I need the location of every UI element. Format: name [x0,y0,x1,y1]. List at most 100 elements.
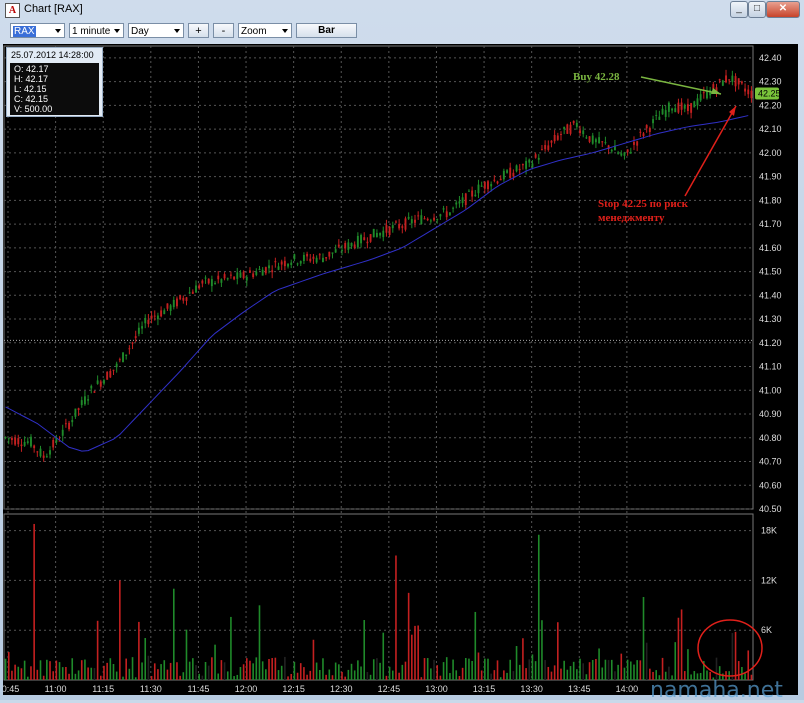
candle-body [182,297,185,301]
volume-bar [595,658,597,680]
volume-bar [614,671,616,680]
volume-tick-label: 18K [761,526,777,536]
title-bar[interactable]: A Chart [RAX] _ □ ✕ [0,0,804,20]
volume-bar [277,670,280,680]
info-close: C: 42.15 [14,94,49,104]
candle-body [445,211,448,218]
volume-bar [426,658,429,680]
volume-bar [487,658,489,680]
candle-body [490,184,493,187]
time-tick-label: 13:30 [520,684,543,694]
candle-body [480,185,483,187]
minimize-button[interactable]: _ [730,1,748,18]
price-tick-label: 41.80 [759,195,782,205]
candle-body [731,75,734,82]
volume-bar [734,631,737,680]
candle-body [356,235,359,248]
volume-bar [411,634,413,680]
price-panel [3,45,754,510]
maximize-button[interactable]: □ [748,1,766,18]
info-high: H: 42.17 [14,74,49,84]
volume-bar [201,675,204,680]
volume-bar [74,673,77,680]
candle-body [721,80,724,86]
volume-bar [388,666,391,680]
volume-bar [372,659,375,680]
volume-bar [144,637,147,680]
candle-body [172,299,175,308]
candle-body [156,315,159,320]
candle-body [674,108,677,113]
interval-value: 1 minute [72,26,111,37]
candle-body [442,208,445,210]
volume-bar [255,657,258,680]
candle-body [163,310,166,315]
volume-bar [531,654,534,680]
volume-bar [96,620,99,680]
volume-bar [515,646,518,680]
chart-area[interactable]: 40.50 40.60 40.70 40.80 40.90 41.00 41.10 41.20… [3,44,798,695]
candle-body [537,157,540,160]
candle-body [103,380,105,384]
volume-bar [252,663,254,680]
volume-bar [77,670,80,680]
volume-bar [42,675,45,680]
volume-bar [522,638,524,680]
moving-average-line [5,115,749,452]
candle-body [750,90,753,99]
candle-body [560,133,562,135]
volume-bar [239,666,242,680]
candle-body [693,101,696,108]
time-tick-label: 13:45 [568,684,591,694]
candle-body [274,261,277,263]
candle-body [353,244,356,248]
zoom-out-button[interactable]: - [213,23,234,38]
volume-bar [192,658,194,680]
close-button[interactable]: ✕ [766,1,800,18]
zoom-combo[interactable]: Zoom [238,23,292,38]
candle-body [563,126,566,130]
symbol-combo[interactable]: RAX [10,23,65,38]
volume-bar [601,667,604,680]
candle-body [464,193,467,206]
candle-body [652,119,654,124]
price-tick-label: 40.80 [759,433,782,443]
candle-body [363,237,366,241]
candle-body [420,215,423,225]
volume-bar [293,661,296,680]
chart-window: A Chart [RAX] _ □ ✕ RAX 1 minute Day + -… [0,0,804,703]
candle-body [572,120,575,124]
volume-bar [385,675,388,680]
volume-bar [39,660,42,680]
price-tick-label: 40.90 [759,409,782,419]
candle-body [426,218,429,221]
volume-bar [315,662,318,680]
volume-bar [163,660,166,680]
candle-body [185,297,188,301]
candle-body [671,108,674,111]
candle-body [271,270,274,273]
price-tick-label: 42.00 [759,148,782,158]
candle-body [306,253,309,257]
volume-bar [33,523,35,680]
volume-bar [525,668,527,680]
interval-combo[interactable]: 1 minute [69,23,124,38]
candle-body [496,181,499,184]
volume-bar [382,632,385,680]
volume-bar [322,658,324,680]
volume-bar [347,669,350,680]
volume-bar [585,674,588,680]
chart-svg[interactable]: 40.50 40.60 40.70 40.80 40.90 41.00 41.10 41.20… [3,44,798,695]
zoom-in-button[interactable]: + [188,23,209,38]
candle-body [14,437,17,445]
volume-bar [747,650,750,680]
period-combo[interactable]: Day [128,23,184,38]
candle-body [30,436,32,447]
volume-bar [503,670,505,680]
candle-body [318,254,321,256]
volume-bar [65,666,67,680]
chart-type-button[interactable]: Bar [296,23,357,38]
candle-body [471,190,474,197]
candle-body [74,408,77,417]
volume-bar [436,665,439,680]
